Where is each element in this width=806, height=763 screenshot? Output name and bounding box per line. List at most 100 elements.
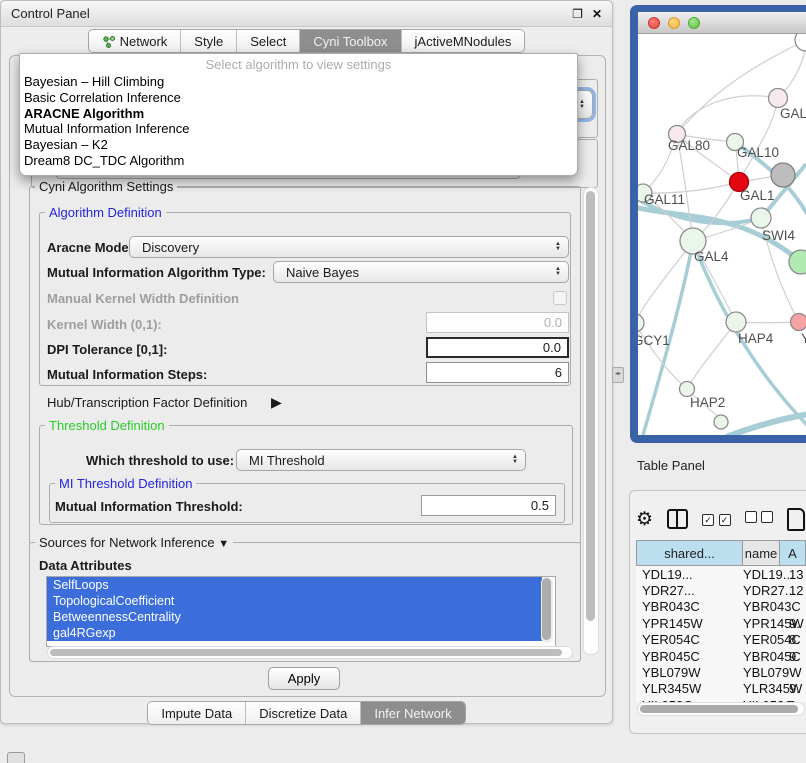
manual-kernel-checkbox[interactable]: [553, 291, 567, 305]
table-column-header[interactable]: A: [780, 540, 806, 566]
network-view-window: GALGAL80GAL10GAL1GAL11GAL4SWI4HAP4YGCY1H…: [638, 12, 806, 435]
attributes-scrollbar[interactable]: [541, 577, 553, 643]
zoom-traffic-light-icon[interactable]: [688, 17, 700, 29]
sources-title-text: Sources for Network Inference: [39, 535, 215, 550]
hub-section-label: Hub/Transcription Factor Definition: [47, 395, 247, 410]
network-node-gray-node[interactable]: [771, 163, 795, 187]
algorithm-popup-list: Bayesian – Hill ClimbingBasic Correlatio…: [20, 74, 577, 169]
table-row[interactable]: YBL079WYBL079W: [636, 664, 806, 680]
network-node-pink-top[interactable]: [769, 89, 788, 108]
minimize-traffic-light-icon[interactable]: [668, 17, 680, 29]
data-attribute-item[interactable]: gal4RGexp: [47, 625, 542, 641]
algorithm-option[interactable]: Mutual Information Inference: [20, 121, 577, 137]
table-cell: YBR045C: [636, 649, 743, 664]
network-node-salmon[interactable]: [791, 314, 806, 331]
mi-threshold-field[interactable]: 0.5: [421, 495, 556, 516]
aracne-mode-combo[interactable]: Discovery ▲▼: [129, 236, 569, 258]
algorithm-option[interactable]: Bayesian – Hill Climbing: [20, 74, 577, 90]
table-hscrollbar[interactable]: [637, 702, 805, 716]
bottom-tab-discretize-data[interactable]: Discretize Data: [246, 702, 361, 724]
data-attributes-list[interactable]: SelfLoopsTopologicalCoefficientBetweenne…: [46, 576, 556, 647]
table-cell: YPR145W: [743, 616, 787, 631]
algorithm-option[interactable]: Basic Correlation Inference: [20, 90, 577, 106]
document-icon[interactable]: [787, 508, 805, 531]
network-node-label: GAL4: [694, 249, 729, 264]
table-row[interactable]: YER054CYER054C8.: [636, 632, 806, 648]
aracne-mode-value: Discovery: [142, 240, 199, 255]
control-panel-window: Control Panel ❐ ✕ NetworkStyle Select Cyni…: [0, 0, 613, 724]
dpi-tolerance-label: DPI Tolerance [0,1]:: [47, 342, 167, 357]
which-threshold-combo[interactable]: MI Threshold ▲▼: [236, 449, 526, 471]
settings-scrollbar[interactable]: [583, 187, 599, 655]
float-window-icon[interactable]: ❐: [572, 7, 583, 21]
network-canvas[interactable]: GALGAL80GAL10GAL1GAL11GAL4SWI4HAP4YGCY1H…: [638, 34, 806, 435]
table-column-header[interactable]: shared...: [636, 540, 743, 566]
network-node-label: HAP4: [738, 331, 774, 346]
table-row[interactable]: YPR145WYPR145W9.: [636, 615, 806, 631]
tab-label: jActiveMNodules: [415, 34, 512, 49]
mi-threshold-value: 0.5: [531, 498, 549, 513]
network-edge: [726, 413, 806, 435]
mi-steps-value: 6: [555, 365, 562, 380]
close-window-icon[interactable]: ✕: [592, 7, 602, 21]
mi-steps-field[interactable]: 6: [426, 362, 569, 383]
mi-type-combo[interactable]: Naive Bayes ▲▼: [273, 261, 569, 283]
close-traffic-light-icon[interactable]: [648, 17, 660, 29]
panel-splitter-handle[interactable]: ◂▸: [612, 367, 624, 383]
tab-style[interactable]: Style: [181, 30, 237, 52]
combo-arrows-icon: ▲▼: [555, 242, 561, 252]
data-attribute-item[interactable]: BetweennessCentrality: [47, 609, 542, 625]
algorithm-option[interactable]: Dream8 DC_TDC Algorithm: [20, 153, 577, 169]
table-row[interactable]: YDL19...YDL19...13: [636, 566, 806, 582]
table-row[interactable]: YBR045CYBR045C9.: [636, 648, 806, 664]
attributes-scrollbar-thumb[interactable]: [542, 578, 551, 640]
kernel-width-field[interactable]: 0.0: [426, 312, 569, 333]
mi-threshold-group-title: MI Threshold Definition: [55, 476, 196, 491]
network-node-GCY1[interactable]: [638, 314, 644, 332]
tab-cyni-toolbox[interactable]: Cyni Toolbox: [300, 30, 401, 52]
network-node-HAP4[interactable]: [726, 312, 746, 332]
table-row[interactable]: YLR345WYLR345W9.: [636, 681, 806, 697]
network-node-corner[interactable]: [795, 34, 806, 51]
algorithm-option[interactable]: ARACNE Algorithm: [20, 106, 577, 122]
settings-hscrollbar[interactable]: [47, 646, 573, 659]
table-row[interactable]: YBR043CYBR043C: [636, 599, 806, 615]
tab-jactivemnodules[interactable]: jActiveMNodules: [402, 30, 525, 52]
data-attribute-item[interactable]: TopologicalCoefficient: [47, 593, 542, 609]
table-cell: 13: [787, 567, 803, 582]
control-panel-title: Control Panel: [11, 6, 563, 21]
bottom-tab-infer-network[interactable]: Infer Network: [361, 702, 464, 724]
split-view-icon[interactable]: [667, 509, 688, 529]
combo-arrows-icon: ▲▼: [555, 267, 561, 277]
bottom-tab-label: Infer Network: [374, 706, 451, 721]
bottom-tab-label: Impute Data: [161, 706, 232, 721]
bottom-tab-impute-data[interactable]: Impute Data: [148, 702, 246, 724]
table-cell: YBL079W: [743, 665, 787, 680]
unselect-all-columns-icon[interactable]: [745, 510, 773, 528]
table-body[interactable]: YDL19...YDL19...13YDR27...YDR27...12YBR0…: [636, 566, 806, 702]
combo-arrows-icon: ▲▼: [579, 100, 585, 110]
collapsed-panel-chip[interactable]: [7, 752, 25, 763]
network-node-GAL1[interactable]: [751, 208, 771, 228]
tab-select[interactable]: Select: [237, 30, 300, 52]
tab-label: Select: [250, 34, 286, 49]
data-attribute-item[interactable]: SelfLoops: [47, 577, 542, 593]
settings-scrollbar-thumb[interactable]: [586, 191, 595, 621]
tab-network[interactable]: Network: [89, 30, 182, 52]
algorithm-option[interactable]: Bayesian – K2: [20, 137, 577, 153]
gear-icon[interactable]: ⚙: [636, 508, 653, 531]
table-cell: 9.: [787, 616, 800, 631]
chevron-down-icon[interactable]: ▼: [218, 538, 229, 550]
chevron-right-icon[interactable]: ▶: [271, 394, 282, 411]
network-node-bottom-node[interactable]: [714, 415, 728, 429]
table-column-header[interactable]: name: [743, 540, 780, 566]
select-all-columns-icon[interactable]: ✓ ✓: [702, 510, 730, 528]
table-row[interactable]: YDR27...YDR27...12: [636, 582, 806, 598]
table-cell: YLR345W: [636, 681, 743, 696]
table-cell: 8.: [787, 632, 800, 647]
network-node-SWI4[interactable]: [789, 250, 806, 274]
dpi-tolerance-field[interactable]: 0.0: [426, 337, 569, 358]
apply-button[interactable]: Apply: [268, 667, 340, 690]
settings-hscrollbar-thumb[interactable]: [50, 649, 562, 656]
table-hscrollbar-thumb[interactable]: [640, 705, 798, 713]
